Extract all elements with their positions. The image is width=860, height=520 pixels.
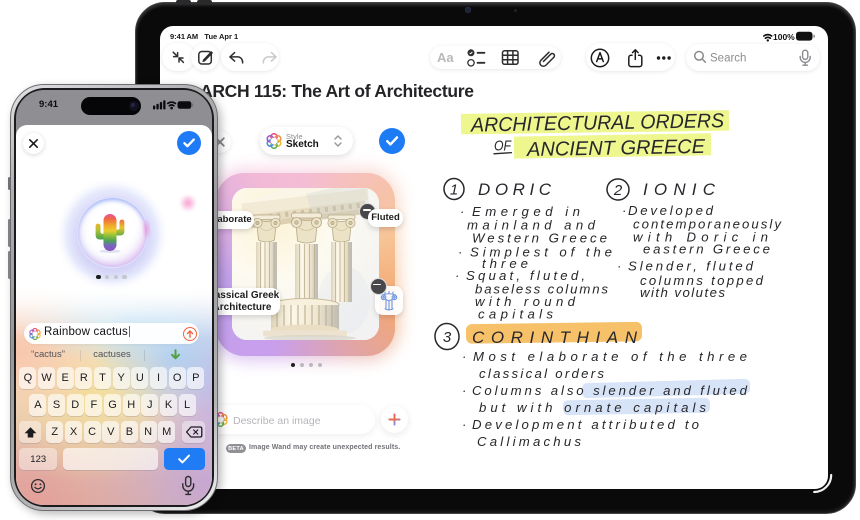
svg-text:1: 1 xyxy=(450,182,458,199)
svg-text:ARCHITECTURAL ORDERS: ARCHITECTURAL ORDERS xyxy=(470,110,725,136)
svg-text:with volutes: with volutes xyxy=(640,285,725,300)
svg-text:DORIC: DORIC xyxy=(478,180,552,199)
svg-text:·: · xyxy=(455,268,459,283)
svg-text:·: · xyxy=(462,349,466,364)
svg-text:Development attributed to: Development attributed to xyxy=(472,417,699,432)
svg-text:2: 2 xyxy=(613,182,623,199)
svg-text:·: · xyxy=(460,204,464,219)
svg-text:Most elaborate of the three: Most elaborate of the three xyxy=(473,349,747,364)
svg-text:baseless columns: baseless columns xyxy=(475,282,608,297)
svg-text:·: · xyxy=(462,383,466,398)
svg-text:OF: OF xyxy=(494,138,512,155)
svg-text:classical orders: classical orders xyxy=(479,366,604,381)
svg-text:·: · xyxy=(622,203,626,218)
svg-text:3: 3 xyxy=(443,329,452,346)
svg-text:Columns also slender and flute: Columns also slender and fluted xyxy=(472,383,748,398)
svg-text:eastern Greece: eastern Greece xyxy=(643,242,770,257)
svg-text:Callimachus: Callimachus xyxy=(477,434,581,449)
svg-text:Slender, fluted: Slender, fluted xyxy=(628,259,754,274)
svg-text:Western Greece: Western Greece xyxy=(472,231,607,246)
svg-text:ANCIENT GREECE: ANCIENT GREECE xyxy=(526,136,706,161)
svg-text:IONIC: IONIC xyxy=(643,180,716,199)
svg-text:·: · xyxy=(617,259,621,274)
svg-text:·: · xyxy=(458,245,462,260)
svg-text:·: · xyxy=(462,417,466,432)
